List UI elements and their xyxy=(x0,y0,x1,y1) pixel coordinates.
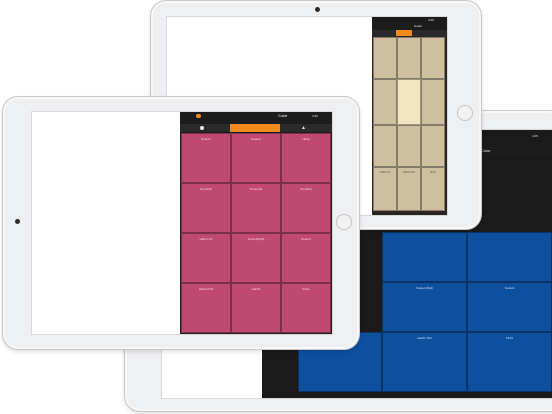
pink-pad-label: Tom(mid) xyxy=(249,187,263,191)
pink-pad-6[interactable]: Tom2(lo) xyxy=(281,183,331,233)
tablet-pink: Guide 4:45 ▲ Snare1 Snare2 Hihat Tom1(Hi) To… xyxy=(2,96,360,350)
chat-icon[interactable] xyxy=(196,114,201,118)
pink-pad-label: Kick1 xyxy=(302,287,310,291)
camera-pink xyxy=(15,219,20,224)
pink-pad-9[interactable]: Snare3 xyxy=(281,233,331,283)
pink-pad-11[interactable]: HatO2 xyxy=(231,283,281,333)
home-button-beige[interactable] xyxy=(457,105,473,121)
pad-blank-1[interactable] xyxy=(382,232,467,282)
camera-beige xyxy=(315,7,320,12)
pink-guide-label[interactable]: Guide xyxy=(278,114,287,119)
pad-snare1-roll[interactable]: Snare1(Roll) xyxy=(382,282,467,332)
pink-pad-label: HatO2 xyxy=(251,287,261,291)
color-tab-label[interactable]: Color xyxy=(481,148,491,153)
pad-snare3[interactable]: Snare3 xyxy=(467,282,552,332)
metronome-icon[interactable]: ▲ xyxy=(301,125,306,131)
status-battery-beige: 4:45 xyxy=(428,18,434,22)
pink-pad-label: HatOn.hh xyxy=(199,237,213,241)
home-button-pink[interactable] xyxy=(336,214,352,230)
pink-pad-2[interactable]: Snare2 xyxy=(231,133,281,183)
pink-pad-3[interactable]: Hihat xyxy=(281,133,331,183)
record-icon[interactable] xyxy=(200,126,204,130)
beige-pad-r1c1[interactable] xyxy=(373,37,397,79)
pink-pad-5[interactable]: Tom(mid) xyxy=(231,183,281,233)
pink-pad-4[interactable]: Tom1(Hi) xyxy=(181,183,231,233)
beige-guide-label[interactable]: Guide xyxy=(414,24,422,29)
beige-pad-r2c2-active[interactable] xyxy=(397,79,421,125)
pink-pad-1[interactable]: Snare1 xyxy=(181,133,231,183)
pink-tabbar: ▲ xyxy=(180,124,332,132)
status-battery-pink: 4:45 xyxy=(312,114,318,118)
pink-pad-7[interactable]: HatOn.hh xyxy=(181,233,231,283)
pad-blank-2[interactable] xyxy=(467,232,552,282)
beige-pad-r1c3[interactable] xyxy=(421,37,445,79)
pink-pad-12[interactable]: Kick1 xyxy=(281,283,331,333)
color-header: Color xyxy=(477,145,552,157)
pink-tab-active[interactable] xyxy=(230,124,280,132)
pink-pad-label: Snare1(Roll) xyxy=(247,237,265,241)
pad-kick1[interactable]: Kick1 xyxy=(467,332,552,392)
pink-pad-label: Hihat xyxy=(302,137,310,141)
pink-pad-label: Snare1 xyxy=(201,137,211,141)
pink-pad-label: HatOn.hh2 xyxy=(198,287,214,291)
status-battery-blue: 4:45 xyxy=(532,134,538,138)
beige-pad-kick1[interactable]: Kick1 xyxy=(421,167,445,211)
beige-pad-r3c2[interactable] xyxy=(397,125,421,167)
beige-pad-r2c3[interactable] xyxy=(421,79,445,125)
pad-hatonhh2[interactable]: HatOn.hh2 xyxy=(382,332,467,392)
beige-pad-r2c1[interactable] xyxy=(373,79,397,125)
beige-pad-r3c3[interactable] xyxy=(421,125,445,167)
screen-pink: Guide 4:45 ▲ Snare1 Snare2 Hihat Tom1(Hi) To… xyxy=(31,111,333,335)
pink-pad-10[interactable]: HatOn.hh2 xyxy=(181,283,231,333)
beige-pad-hatonhh[interactable]: HatOn.hh xyxy=(373,167,397,211)
pink-pad-label: Tom2(lo) xyxy=(300,187,312,191)
beige-pad-hatonhh2[interactable]: HatOn.hh2 xyxy=(397,167,421,211)
pink-pad-8[interactable]: Snare1(Roll) xyxy=(231,233,281,283)
pink-pad-label: Tom1(Hi) xyxy=(199,187,213,191)
pink-pad-label: Snare2 xyxy=(251,137,261,141)
beige-pad-r1c2[interactable] xyxy=(397,37,421,79)
beige-pad-r3c1[interactable] xyxy=(373,125,397,167)
pink-pad-label: Snare3 xyxy=(301,237,311,241)
